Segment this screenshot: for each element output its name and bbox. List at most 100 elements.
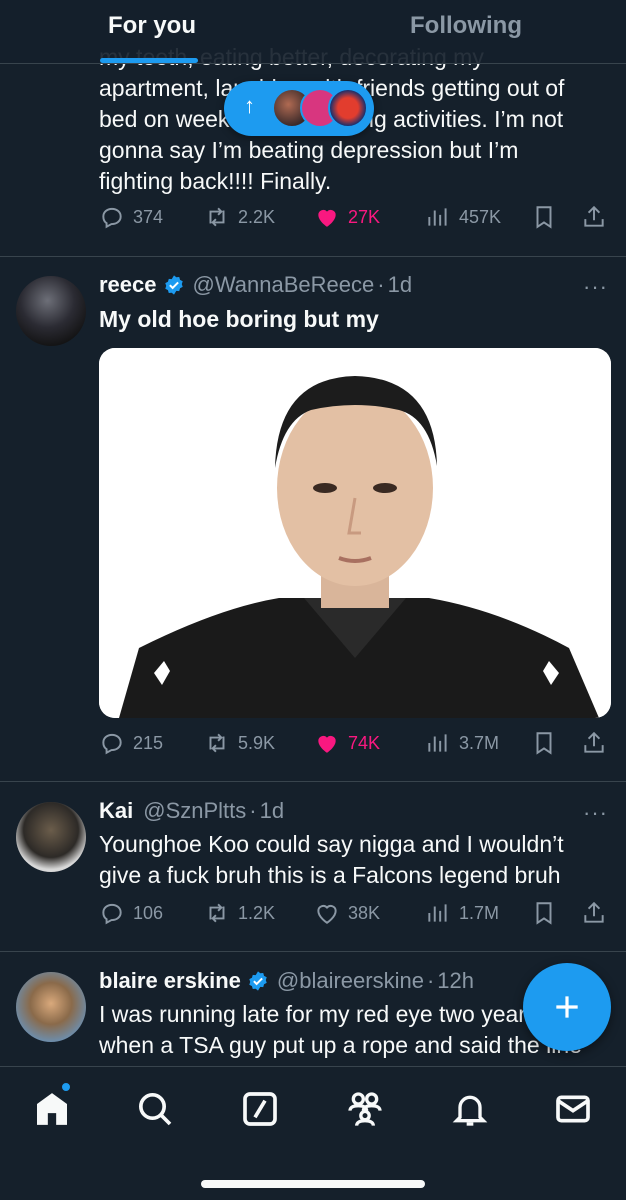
tweet-header: Kai @SznPltts · 1d (99, 798, 284, 824)
bookmark-button[interactable] (531, 730, 565, 756)
repost-icon (209, 733, 225, 753)
repost-button[interactable]: 1.2K (204, 900, 275, 926)
timestamp[interactable]: 12h (437, 968, 474, 994)
timestamp[interactable]: 1d (388, 272, 412, 298)
grok-icon (243, 1092, 277, 1126)
handle[interactable]: @blaireerskine (277, 968, 424, 994)
handle[interactable]: @WannaBeReece (193, 272, 375, 298)
repost-count: 5.9K (238, 732, 276, 753)
tweet-line: gonna say I’m beating depression but I’m (99, 137, 519, 163)
handle[interactable]: @SznPltts (143, 798, 246, 824)
views-count: 1.7M (459, 902, 500, 923)
tweet-header: blaire erskine @blaireerskine · 12h (99, 968, 474, 994)
repost-button[interactable]: 5.9K (204, 730, 275, 756)
verified-badge-icon (164, 275, 183, 295)
tweet-text[interactable]: Younghoe Koo could say nigga and I would… (99, 829, 611, 891)
divider (0, 951, 626, 952)
display-name[interactable]: reece (99, 272, 157, 298)
views-button[interactable]: 1.7M (425, 900, 499, 926)
nav-home[interactable] (32, 1089, 72, 1129)
new-posts-pill[interactable]: ↑ (224, 81, 374, 136)
avatar[interactable] (16, 802, 86, 872)
messages-icon (556, 1095, 590, 1123)
share-button[interactable] (581, 730, 615, 756)
like-icon (317, 905, 337, 924)
separator-dot: · (377, 272, 385, 297)
bookmark-icon (536, 902, 552, 925)
share-button[interactable] (581, 204, 615, 230)
views-count: 457K (459, 206, 502, 227)
compose-button[interactable] (523, 963, 611, 1051)
tweet-header: reece @WannaBeReece · 1d (99, 272, 412, 298)
nav-messages[interactable] (553, 1089, 593, 1129)
bookmark-button[interactable] (531, 204, 565, 230)
reply-count: 106 (133, 902, 164, 923)
views-icon (428, 904, 447, 922)
repost-icon (209, 903, 225, 923)
display-name[interactable]: Kai (99, 798, 133, 824)
timestamp[interactable]: 1d (260, 798, 284, 824)
like-icon (318, 735, 336, 753)
like-button[interactable]: 27K (314, 204, 380, 230)
bookmark-button[interactable] (531, 900, 565, 926)
repost-icon (209, 207, 225, 227)
separator-dot: · (426, 968, 435, 993)
share-icon (584, 901, 604, 923)
tweet-line: Younghoe Koo could say nigga and I would… (99, 831, 564, 857)
more-options-icon[interactable]: ··· (583, 800, 608, 826)
like-count: 74K (348, 732, 381, 753)
nav-notifications[interactable] (450, 1089, 490, 1129)
more-options-icon[interactable]: ··· (583, 274, 608, 300)
tweet-actions: 106 1.2K 38K 1.7M (99, 900, 611, 932)
reply-button[interactable]: 106 (99, 900, 163, 926)
divider (0, 781, 626, 782)
tab-for-you[interactable]: For you (108, 12, 196, 40)
communities-icon (348, 1092, 382, 1126)
divider (0, 256, 626, 257)
reply-button[interactable]: 215 (99, 730, 163, 756)
like-button[interactable]: 74K (314, 730, 380, 756)
avatar (328, 88, 368, 128)
nav-search[interactable] (135, 1089, 175, 1129)
nav-communities[interactable] (345, 1089, 385, 1129)
reply-count: 215 (133, 732, 164, 753)
portrait-image (99, 348, 611, 718)
avatar[interactable] (16, 972, 86, 1042)
share-button[interactable] (581, 900, 615, 926)
home-indicator (201, 1180, 425, 1188)
nav-grok[interactable] (240, 1089, 280, 1129)
share-icon (584, 731, 604, 753)
separator-dot: · (249, 798, 257, 823)
notifications-icon (452, 1095, 488, 1126)
active-tab-indicator (100, 58, 198, 63)
tweet-image[interactable] (99, 348, 611, 718)
search-icon (139, 1093, 172, 1126)
verified-badge-icon (249, 971, 267, 991)
like-count: 27K (348, 206, 381, 227)
tweet-line: fighting back!!!! Finally. (99, 168, 332, 194)
like-button[interactable]: 38K (314, 900, 380, 926)
reply-icon (102, 903, 122, 925)
share-icon (584, 205, 604, 227)
home-icon (37, 1093, 67, 1125)
compose-plus-icon (556, 996, 578, 1018)
tweet-actions: 215 5.9K 74K 3.7M (99, 730, 611, 762)
views-button[interactable]: 457K (425, 204, 501, 230)
reply-icon (102, 207, 122, 229)
unread-dot (60, 1081, 72, 1093)
tab-following[interactable]: Following (410, 12, 522, 40)
views-icon (428, 208, 447, 226)
like-icon (318, 209, 336, 227)
views-icon (428, 734, 447, 752)
reply-icon (102, 733, 122, 755)
reply-button[interactable]: 374 (99, 204, 163, 230)
bookmark-icon (536, 206, 552, 229)
avatar[interactable] (16, 276, 86, 346)
views-count: 3.7M (459, 732, 500, 753)
tweet-line: give a fuck bruh this is a Falcons legen… (99, 862, 561, 888)
display-name[interactable]: blaire erskine (99, 968, 241, 994)
like-count: 38K (348, 902, 381, 923)
views-button[interactable]: 3.7M (425, 730, 499, 756)
tweet-text[interactable]: My old hoe boring but my (99, 304, 611, 335)
repost-button[interactable]: 2.2K (204, 204, 275, 230)
